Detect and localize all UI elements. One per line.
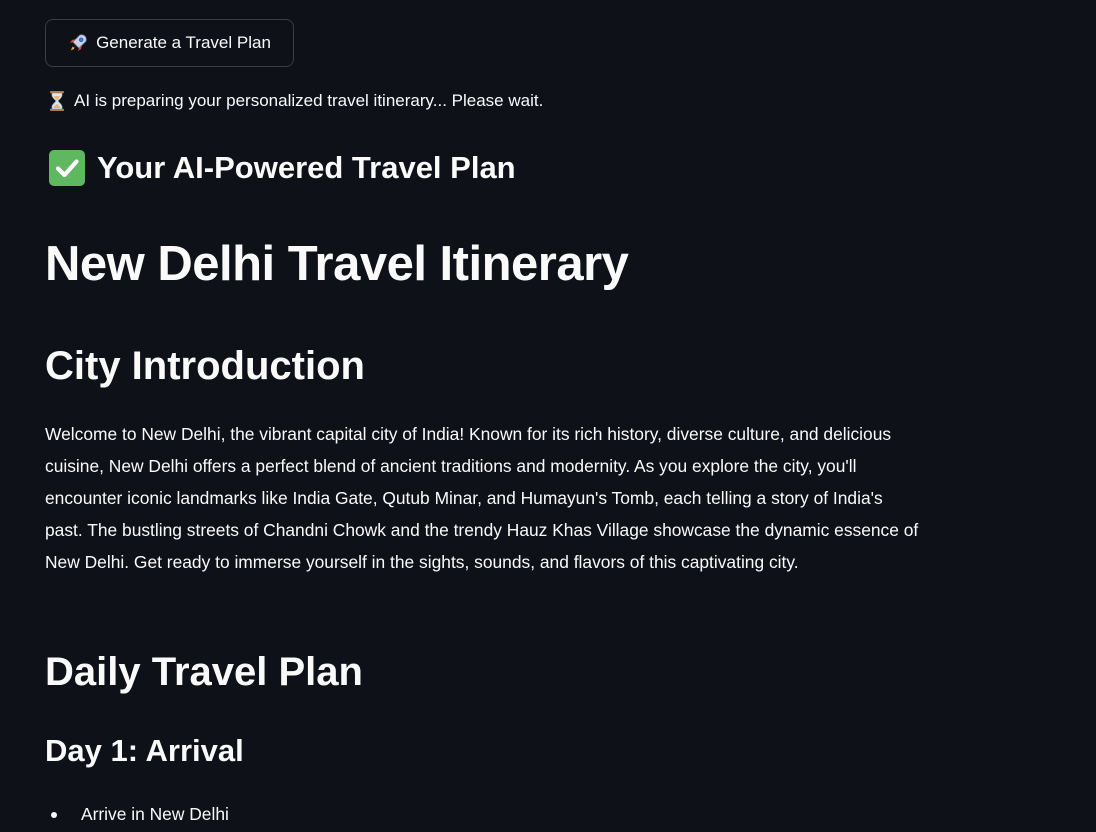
list-item-text: Arrive in New Delhi bbox=[81, 804, 229, 824]
bullet-icon bbox=[51, 812, 57, 818]
status-message: AI is preparing your personalized travel… bbox=[48, 90, 543, 112]
result-heading-text: Your AI-Powered Travel Plan bbox=[97, 150, 516, 185]
result-heading: Your AI-Powered Travel Plan bbox=[49, 150, 516, 186]
city-introduction-heading: City Introduction bbox=[45, 344, 365, 388]
list-item: Arrive in New Delhi bbox=[45, 800, 229, 828]
check-mark-icon bbox=[49, 150, 85, 186]
day-1-activity-list: Arrive in New Delhi bbox=[45, 800, 229, 828]
generate-button-label: Generate a Travel Plan bbox=[96, 33, 271, 52]
day-1-heading: Day 1: Arrival bbox=[45, 733, 244, 768]
rocket-icon bbox=[68, 33, 88, 53]
status-text: AI is preparing your personalized travel… bbox=[74, 91, 544, 110]
itinerary-title: New Delhi Travel Itinerary bbox=[45, 237, 629, 291]
generate-travel-plan-button[interactable]: Generate a Travel Plan bbox=[45, 19, 294, 67]
daily-travel-plan-heading: Daily Travel Plan bbox=[45, 650, 363, 694]
hourglass-icon bbox=[48, 90, 66, 112]
city-introduction-text: Welcome to New Delhi, the vibrant capita… bbox=[45, 424, 919, 572]
